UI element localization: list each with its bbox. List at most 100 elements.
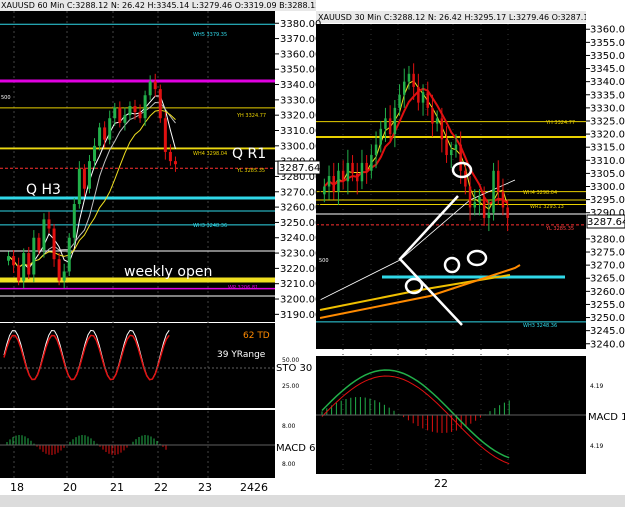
right-indicator-tick: 4.19: [590, 443, 604, 450]
left-candle-body: [32, 237, 36, 275]
right-current-price: 3287.64: [587, 217, 625, 228]
right-price-tick-label: 3270.00: [590, 261, 625, 272]
left-candle-body: [173, 161, 177, 165]
right-candle-body: [426, 92, 429, 108]
left-candle-body: [72, 204, 76, 238]
left-price-tick-label: 3360.00: [280, 49, 321, 60]
right-time-axis: [316, 474, 586, 496]
right-macd-label: MACD 1: [588, 412, 625, 423]
right-price-tick-label: 3330.00: [590, 103, 625, 114]
left-candle-body: [22, 253, 26, 281]
bottom-toolbar: [0, 495, 625, 507]
right-candle-body: [341, 170, 345, 182]
right-candle-body: [407, 73, 411, 82]
left-macd-label: MACD 6,: [276, 443, 319, 454]
left-indicator-tick: 25.00: [282, 383, 299, 390]
left-time-label: 18: [10, 481, 24, 494]
right-candle-body: [459, 144, 462, 171]
right-candle-body: [501, 191, 505, 208]
left-500-label: 500: [1, 95, 11, 101]
right-wr1-label: WR1 3293.13: [530, 204, 564, 210]
left-time-label: 2426: [240, 481, 268, 494]
left-time-label: 22: [154, 481, 168, 494]
left-price-tick-label: 3320.00: [280, 111, 321, 122]
left-time-label: 21: [110, 481, 124, 494]
right-candle-body: [440, 118, 444, 140]
right-candle-body: [360, 162, 364, 182]
left-candle-body: [138, 112, 142, 119]
right-yl-label: YL 3285.35: [545, 226, 574, 232]
left-current-price: 3287.64: [279, 163, 320, 174]
sto-label: STO 30: [276, 363, 312, 374]
trading-screen: XAUUSD 60 Min C:3288.12 N: 26.42 H:3345.…: [0, 0, 625, 507]
right-price-tick-label: 3305.00: [590, 169, 625, 180]
left-time-label: 23: [198, 481, 212, 494]
left-candle-body: [52, 228, 56, 260]
right-price-tick-label: 3355.00: [590, 38, 625, 49]
td-label: 62 TD: [243, 331, 270, 341]
left-price-tick-label: 3200.00: [280, 295, 321, 306]
left-price-tick-label: 3220.00: [280, 264, 321, 275]
right-wh3-label: WH3 3248.36: [523, 323, 557, 329]
right-candle-body: [351, 162, 354, 174]
left-macd-pane[interactable]: [0, 410, 275, 478]
right-candle-body: [478, 196, 481, 203]
right-candle-body: [356, 173, 359, 182]
right-candle-body: [431, 107, 434, 124]
yl-label: YL 3285.35: [236, 168, 265, 174]
left-price-tick-label: 3350.00: [280, 65, 321, 76]
right-price-tick-label: 3340.00: [590, 77, 625, 88]
right-candle-body: [454, 144, 458, 150]
right-candle-body: [374, 144, 378, 156]
right-candle-body: [487, 212, 491, 218]
left-candle-body: [98, 127, 102, 146]
left-indicator-tick: 8.00: [282, 423, 296, 430]
left-price-tick-label: 3190.00: [280, 310, 321, 321]
left-price-tick-label: 3240.00: [280, 233, 321, 244]
left-candle-body: [7, 256, 11, 261]
left-candle-body: [118, 107, 122, 123]
right-candle-body: [379, 128, 382, 145]
right-candle-body: [323, 186, 326, 195]
right-candle-body: [450, 149, 453, 156]
left-price-tick-label: 3250.00: [280, 218, 321, 229]
right-candle-body: [388, 118, 392, 135]
right-candle-body: [398, 94, 401, 108]
left-price-tick-label: 3380.00: [280, 19, 321, 30]
left-candle-body: [158, 89, 162, 119]
right-candle-body: [370, 155, 373, 171]
right-candle-body: [497, 170, 500, 192]
right-candle-body: [468, 186, 472, 208]
right-price-tick-label: 3310.00: [590, 156, 625, 167]
left-price-tick-label: 3230.00: [280, 249, 321, 260]
right-price-tick-label: 3255.00: [590, 300, 625, 311]
left-candle-body: [108, 118, 112, 140]
wh3-label: WH3 3248.36: [193, 223, 227, 229]
right-candle-body: [384, 118, 387, 129]
right-candle-body: [506, 207, 509, 218]
left-candle-body: [57, 259, 61, 281]
left-candle-body: [103, 127, 107, 140]
right-price-tick-label: 3240.00: [590, 339, 625, 350]
right-candle-body: [337, 170, 340, 192]
right-time-label: 22: [434, 477, 448, 490]
right-candle-body: [417, 86, 420, 103]
left-candle-body: [17, 265, 21, 281]
right-candle-body: [421, 92, 425, 103]
right-price-tick-label: 3245.00: [590, 326, 625, 337]
left-price-tick-label: 3210.00: [280, 279, 321, 290]
right-price-tick-label: 3345.00: [590, 64, 625, 75]
right-price-tick-label: 3315.00: [590, 143, 625, 154]
left-price-tick-label: 3330.00: [280, 95, 321, 106]
left-candle-body: [82, 168, 86, 189]
yh-label: YH 3324.77: [236, 113, 266, 119]
weekly-open-label: weekly open: [124, 264, 212, 280]
left-candle-body: [87, 161, 91, 189]
right-price-tick-label: 3350.00: [590, 51, 625, 62]
left-price-tick-label: 3310.00: [280, 126, 321, 137]
right-candle-body: [445, 139, 448, 156]
right-price-tick-label: 3300.00: [590, 182, 625, 193]
left-time-label: 20: [63, 481, 77, 494]
left-candle-body: [133, 105, 137, 113]
right-price-pane[interactable]: [316, 24, 586, 349]
